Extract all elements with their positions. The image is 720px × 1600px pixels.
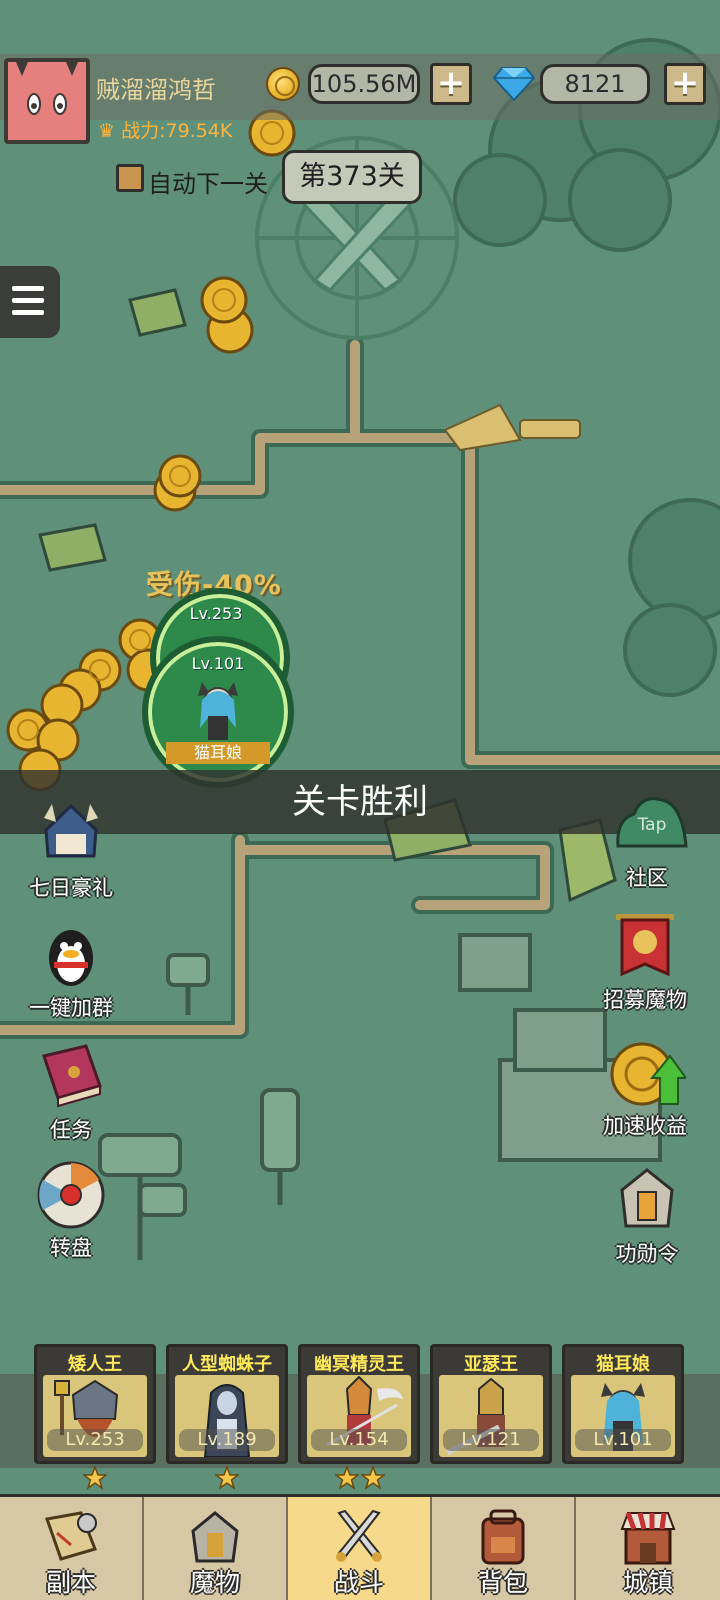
- star-icon: [83, 1466, 107, 1490]
- combat-power-value: 战力:79.54K: [121, 120, 233, 142]
- power-icon: ♛: [98, 120, 116, 142]
- community-label: 社区: [626, 866, 668, 890]
- tab-monsters-label: 魔物: [189, 1568, 240, 1597]
- ally-name: 猫耳娘: [166, 742, 270, 764]
- merit-pass-button[interactable]: 功勋令: [582, 1166, 712, 1268]
- speed-up-income-button[interactable]: 加速收益: [580, 1038, 710, 1140]
- player-avatar[interactable]: [4, 58, 90, 144]
- side-menu-button[interactable]: [0, 266, 60, 338]
- map-scroll-icon: [41, 1509, 101, 1565]
- menu-icon-bar: [12, 310, 44, 315]
- tab-battle-label: 战斗: [333, 1568, 384, 1597]
- hero-name: 矮人王: [68, 1354, 122, 1375]
- monster-face-icon: [8, 62, 86, 140]
- backpack-icon: [473, 1509, 533, 1565]
- recruit-monster-button[interactable]: 招募魔物: [580, 912, 710, 1014]
- join-group-label: 一键加群: [29, 996, 113, 1020]
- hero-level: Lv.121: [443, 1429, 539, 1451]
- speed-up-income-label: 加速收益: [603, 1114, 687, 1138]
- merit-pass-label: 功勋令: [615, 1242, 679, 1266]
- hero-name: 幽冥精灵王: [314, 1354, 404, 1375]
- hero-name: 人型蜘蛛子: [182, 1354, 272, 1375]
- seven-day-gift-button[interactable]: 七日豪礼: [6, 800, 136, 902]
- tab-town-label: 城镇: [622, 1568, 673, 1597]
- tab-dungeon[interactable]: 副本: [0, 1497, 144, 1600]
- menu-icon-bar: [12, 298, 44, 303]
- bottom-navigation: 副本 魔物 战斗 背包 城镇: [0, 1494, 720, 1600]
- warrior-helmet-icon: [36, 800, 106, 870]
- tab-town[interactable]: 城镇: [576, 1497, 720, 1600]
- hero-level: Lv.154: [311, 1429, 407, 1451]
- cat-girl-sprite-icon: [198, 682, 238, 740]
- gem-icon: [492, 67, 536, 102]
- add-gems-button[interactable]: +: [664, 63, 706, 105]
- auto-next-checkbox[interactable]: [116, 164, 144, 192]
- enemy-level: Lv.253: [189, 604, 243, 623]
- recruit-monster-label: 招募魔物: [603, 988, 687, 1012]
- gold-amount: 105.56M: [308, 64, 420, 104]
- lucky-wheel-label: 转盘: [50, 1236, 92, 1260]
- combat-power: ♛ 战力:79.54K: [98, 116, 232, 143]
- quest-label: 任务: [50, 1118, 92, 1142]
- auto-next-label[interactable]: 自动下一关: [148, 164, 268, 199]
- quest-button[interactable]: 任务: [6, 1042, 136, 1144]
- tab-backpack[interactable]: 背包: [432, 1497, 576, 1600]
- menu-icon: [12, 286, 44, 291]
- star-icon: [335, 1466, 359, 1490]
- add-gold-button[interactable]: +: [430, 63, 472, 105]
- star-icon: [215, 1466, 239, 1490]
- hero-level: Lv.253: [47, 1429, 143, 1451]
- hero-card-dwarf-king[interactable]: 矮人王 Lv.253: [34, 1344, 156, 1464]
- tab-monsters[interactable]: 魔物: [144, 1497, 288, 1600]
- hero-card-netherelf-king[interactable]: 幽冥精灵王 Lv.154: [298, 1344, 420, 1464]
- star-icon: [361, 1466, 385, 1490]
- town-shop-icon: [618, 1509, 678, 1565]
- wheel-icon: [36, 1160, 106, 1230]
- seven-day-gift-label: 七日豪礼: [29, 876, 113, 900]
- stage-number: 第373关: [282, 150, 422, 204]
- crossed-swords-icon: [329, 1509, 389, 1565]
- lucky-wheel-button[interactable]: 转盘: [6, 1160, 136, 1262]
- tab-battle[interactable]: 战斗: [288, 1497, 432, 1600]
- gem-amount: 8121: [540, 64, 650, 104]
- hero-level: Lv.101: [575, 1429, 671, 1451]
- monster-helmet-icon: [185, 1509, 245, 1565]
- tap-slime-icon: Tap: [612, 790, 688, 860]
- hero-name: 猫耳娘: [596, 1354, 650, 1375]
- quest-book-icon: [36, 1042, 106, 1112]
- hero-card-king-arthur[interactable]: 亚瑟王 Lv.121: [430, 1344, 552, 1464]
- penguin-icon: [36, 920, 106, 990]
- ally-level: Lv.101: [191, 654, 245, 673]
- join-group-button[interactable]: 一键加群: [6, 920, 136, 1022]
- tab-dungeon-label: 副本: [45, 1568, 96, 1597]
- community-button[interactable]: Tap 社区: [582, 790, 712, 892]
- hero-level: Lv.189: [179, 1429, 275, 1451]
- medal-helmet-icon: [612, 1166, 682, 1236]
- hero-card-arachne[interactable]: 人型蜘蛛子 Lv.189: [166, 1344, 288, 1464]
- recruit-banner-icon: [610, 912, 680, 982]
- hero-card-cat-girl[interactable]: 猫耳娘 Lv.101: [562, 1344, 684, 1464]
- coin-boost-icon: [610, 1038, 688, 1108]
- player-name: 贼溜溜鸿哲: [96, 76, 216, 104]
- tap-text: Tap: [637, 815, 667, 835]
- tab-backpack-label: 背包: [477, 1568, 528, 1597]
- gold-coin-icon: [266, 67, 300, 101]
- hero-name: 亚瑟王: [464, 1354, 518, 1375]
